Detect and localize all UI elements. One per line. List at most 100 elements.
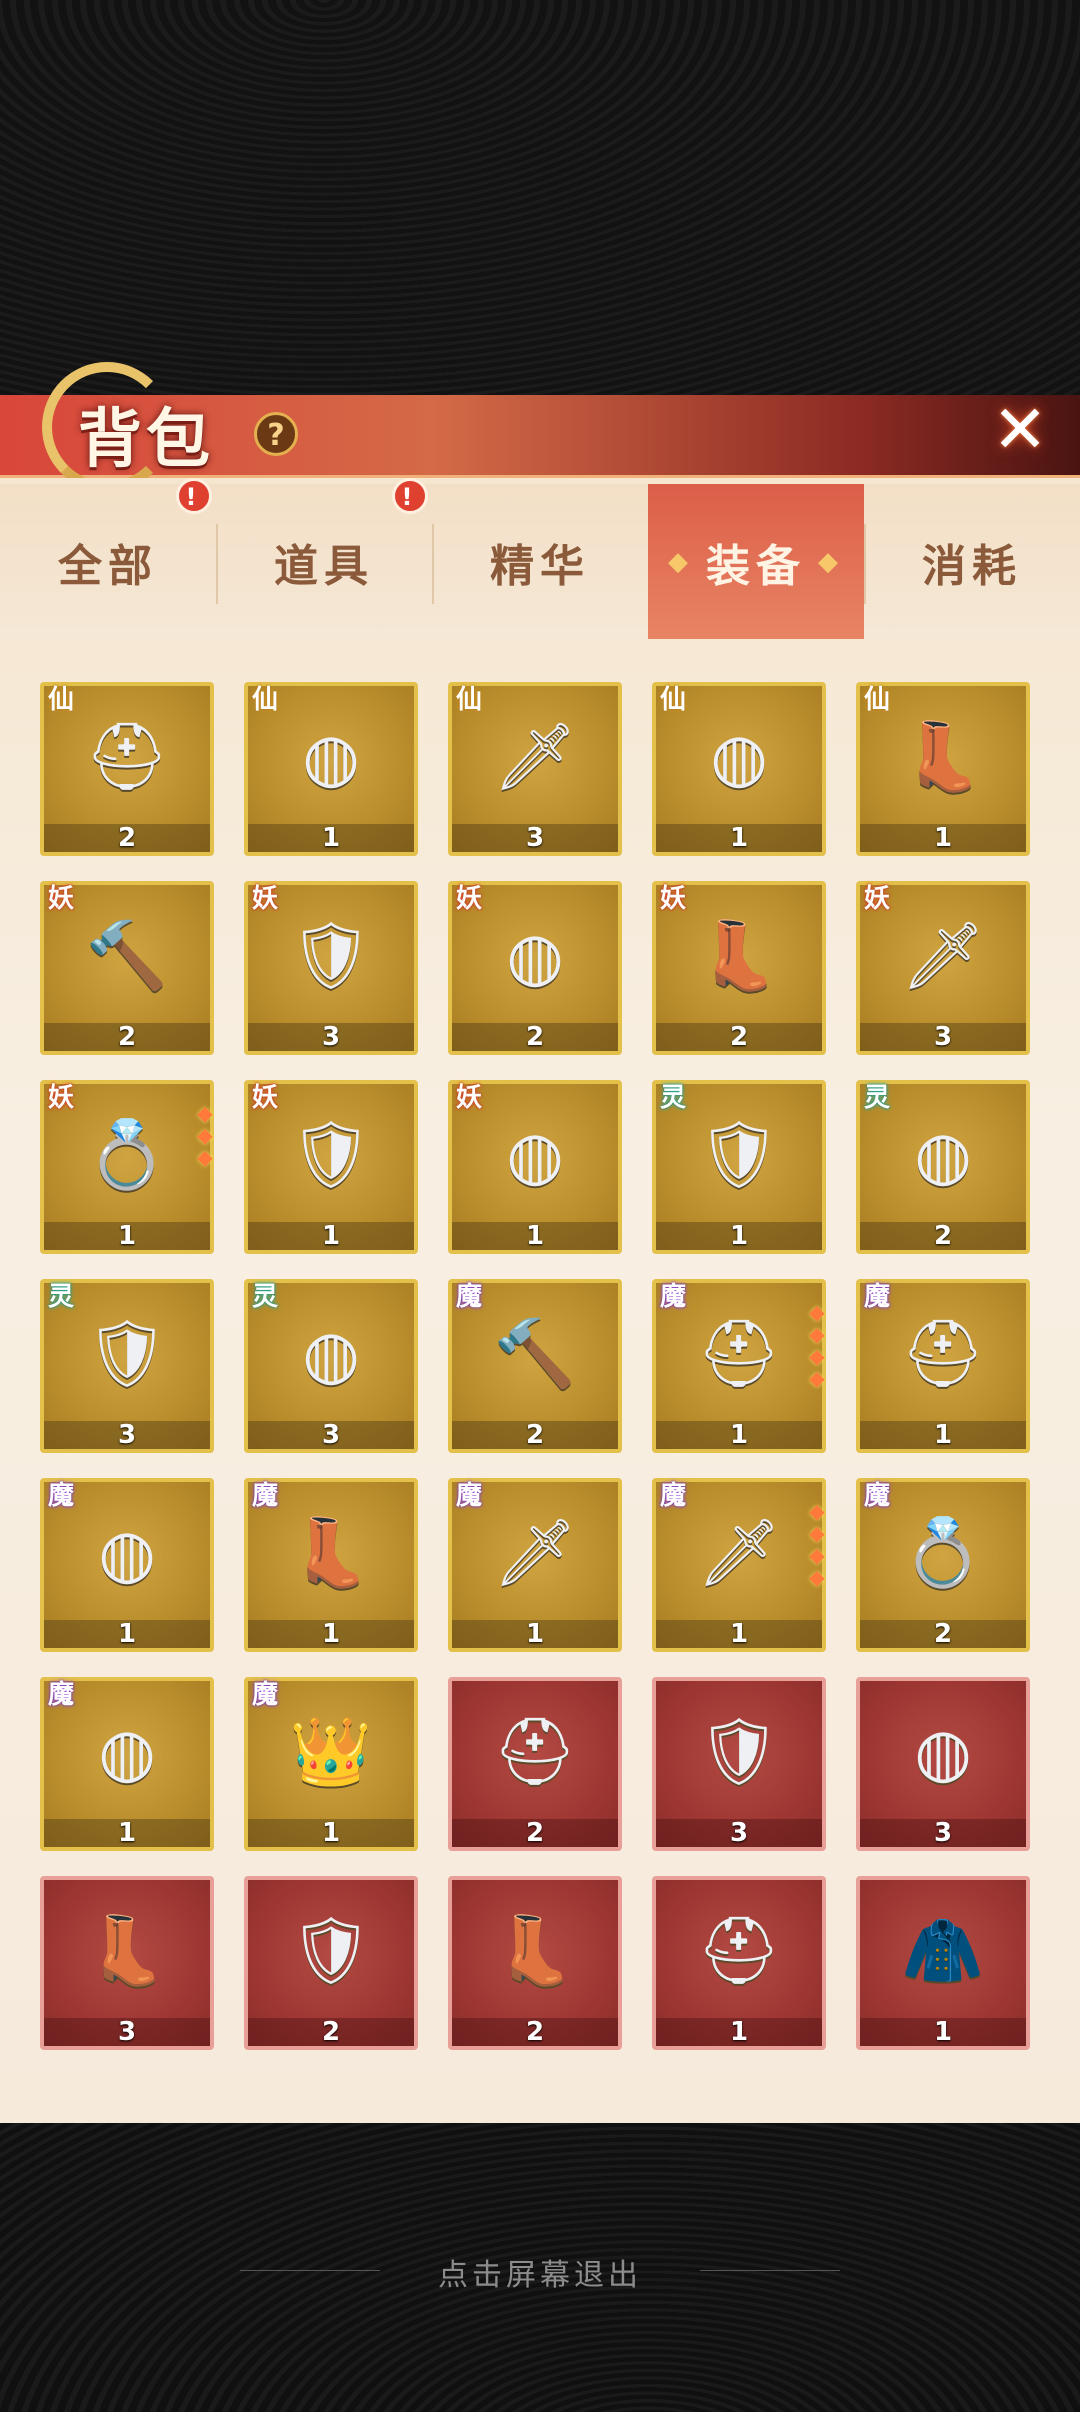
tab-items[interactable]: 道具 ! [216, 478, 432, 639]
equipment-item-icon: ◍ [98, 1713, 156, 1791]
equipment-slot[interactable]: ⛑ 1 魔 [856, 1279, 1030, 1453]
faction-badge-icon: 妖 [659, 884, 686, 914]
item-grid: ⛑ 2 仙 ◍ 1 仙 🗡 3 仙 ◍ 1 仙 👢 1 仙 🔨 2 妖 🛡 3 妖 ◍ 2 妖 👢 2 妖 🗡 3 妖 💍 1 妖 ◆ ◆ ◆ 🛡 1 妖 ◍… [40, 682, 1040, 2052]
close-button[interactable]: ✕ [985, 395, 1055, 465]
item-count: 2 [525, 1818, 545, 1848]
equipment-item-icon: 🗡 [493, 1514, 577, 1591]
equipment-slot[interactable]: 👢 1 仙 [856, 682, 1030, 856]
equipment-slot[interactable]: 🛡 3 [652, 1677, 826, 1851]
faction-badge-icon: 仙 [863, 685, 890, 715]
equipment-item-icon: ◍ [302, 1315, 360, 1393]
star-rating-icon: ◆ ◆ ◆ ◆ [806, 1500, 828, 1588]
equipment-item-icon: ◍ [506, 1116, 564, 1194]
item-count: 2 [525, 2017, 545, 2047]
faction-badge-icon: 仙 [455, 685, 482, 715]
top-background [0, 0, 1080, 400]
item-count: 1 [729, 1420, 749, 1450]
equipment-item-icon: 🛡 [697, 1713, 781, 1790]
equipment-slot[interactable]: 🧥 1 [856, 1876, 1030, 2050]
equipment-slot[interactable]: 💍 2 魔 [856, 1478, 1030, 1652]
item-count: 2 [321, 2017, 341, 2047]
equipment-slot[interactable]: 👢 2 妖 [652, 881, 826, 1055]
tab-label: 精华 [490, 540, 590, 592]
equipment-item-icon: ◍ [98, 1514, 156, 1592]
faction-badge-icon: 魔 [47, 1481, 74, 1511]
equipment-slot[interactable]: 👢 2 [448, 1876, 622, 2050]
star-icon: ◆ [809, 1499, 825, 1523]
equipment-slot[interactable]: 👢 3 [40, 1876, 214, 2050]
exit-hint[interactable]: 点击屏幕退出 [0, 2250, 1080, 2294]
equipment-item-icon: 🛡 [697, 1116, 781, 1193]
equipment-slot[interactable]: 💍 1 妖 ◆ ◆ ◆ [40, 1080, 214, 1254]
equipment-item-icon: 🗡 [697, 1514, 781, 1591]
equipment-slot[interactable]: 🗡 1 魔 [448, 1478, 622, 1652]
equipment-slot[interactable]: ◍ 1 魔 [40, 1677, 214, 1851]
equipment-slot[interactable]: 🗡 3 妖 [856, 881, 1030, 1055]
item-count: 1 [729, 2017, 749, 2047]
item-count: 1 [117, 1619, 137, 1649]
tab-essence[interactable]: 精华 [432, 484, 648, 639]
item-count: 3 [117, 1420, 137, 1450]
star-rating-icon: ◆ ◆ ◆ ◆ [806, 1301, 828, 1389]
star-rating-icon: ◆ ◆ ◆ [194, 1102, 216, 1168]
equipment-slot[interactable]: 🛡 1 灵 [652, 1080, 826, 1254]
equipment-slot[interactable]: 🛡 3 妖 [244, 881, 418, 1055]
equipment-item-icon: ⛑ [493, 1713, 577, 1790]
item-count: 2 [525, 1420, 545, 1450]
equipment-slot[interactable]: ◍ 1 仙 [244, 682, 418, 856]
tab-label: 全部 [58, 540, 158, 592]
equipment-item-icon: 💍 [901, 1514, 985, 1591]
item-count: 1 [117, 1221, 137, 1251]
equipment-slot[interactable]: ◍ 2 灵 [856, 1080, 1030, 1254]
faction-badge-icon: 妖 [47, 884, 74, 914]
item-count: 1 [729, 1221, 749, 1251]
equipment-item-icon: ◍ [710, 718, 768, 796]
equipment-slot[interactable]: ◍ 3 [856, 1677, 1030, 1851]
equipment-item-icon: ⛑ [697, 1912, 781, 1989]
equipment-slot[interactable]: ⛑ 1 [652, 1876, 826, 2050]
star-icon: ◆ [809, 1543, 825, 1567]
item-count: 3 [933, 1818, 953, 1848]
faction-badge-icon: 仙 [251, 685, 278, 715]
equipment-item-icon: ⛑ [85, 718, 169, 795]
tab-equipment[interactable]: ◆ 装备 ◆ [648, 484, 864, 639]
equipment-slot[interactable]: ⛑ 1 魔 ◆ ◆ ◆ ◆ [652, 1279, 826, 1453]
equipment-item-icon: 👢 [493, 1912, 577, 1989]
equipment-item-icon: 🛡 [85, 1315, 169, 1392]
star-icon: ◆ [809, 1322, 825, 1346]
tab-all[interactable]: 全部 ! [0, 478, 216, 639]
equipment-slot[interactable]: 👢 1 魔 [244, 1478, 418, 1652]
equipment-slot[interactable]: 🔨 2 魔 [448, 1279, 622, 1453]
tab-bar: 全部 ! 道具 ! 精华 ◆ 装备 ◆ 消耗 [0, 478, 1080, 639]
tab-consumables[interactable]: 消耗 [864, 484, 1080, 639]
faction-badge-icon: 魔 [659, 1481, 686, 1511]
item-count: 1 [321, 1619, 341, 1649]
equipment-slot[interactable]: 🛡 1 妖 [244, 1080, 418, 1254]
faction-badge-icon: 灵 [47, 1282, 74, 1312]
faction-badge-icon: 魔 [863, 1481, 890, 1511]
tab-label: 装备 [706, 540, 806, 592]
equipment-slot[interactable]: 🛡 3 灵 [40, 1279, 214, 1453]
equipment-slot[interactable]: 🛡 2 [244, 1876, 418, 2050]
equipment-item-icon: ◍ [506, 917, 564, 995]
help-icon[interactable]: ? [254, 412, 298, 456]
equipment-slot[interactable]: 🗡 3 仙 [448, 682, 622, 856]
equipment-slot[interactable]: 🗡 1 魔 ◆ ◆ ◆ ◆ [652, 1478, 826, 1652]
item-count: 1 [525, 1619, 545, 1649]
equipment-slot[interactable]: ◍ 1 仙 [652, 682, 826, 856]
equipment-slot[interactable]: 🔨 2 妖 [40, 881, 214, 1055]
star-icon: ◆ [809, 1344, 825, 1368]
faction-badge-icon: 魔 [455, 1282, 482, 1312]
equipment-slot[interactable]: ◍ 2 妖 [448, 881, 622, 1055]
equipment-slot[interactable]: 👑 1 魔 [244, 1677, 418, 1851]
alert-badge-icon: ! [176, 478, 212, 514]
equipment-slot[interactable]: ⛑ 2 仙 [40, 682, 214, 856]
equipment-slot[interactable]: ◍ 3 灵 [244, 1279, 418, 1453]
equipment-slot[interactable]: ◍ 1 妖 [448, 1080, 622, 1254]
faction-badge-icon: 妖 [251, 1083, 278, 1113]
item-count: 1 [729, 1619, 749, 1649]
equipment-slot[interactable]: ◍ 1 魔 [40, 1478, 214, 1652]
item-count: 2 [525, 1022, 545, 1052]
equipment-slot[interactable]: ⛑ 2 [448, 1677, 622, 1851]
item-count: 3 [117, 2017, 137, 2047]
